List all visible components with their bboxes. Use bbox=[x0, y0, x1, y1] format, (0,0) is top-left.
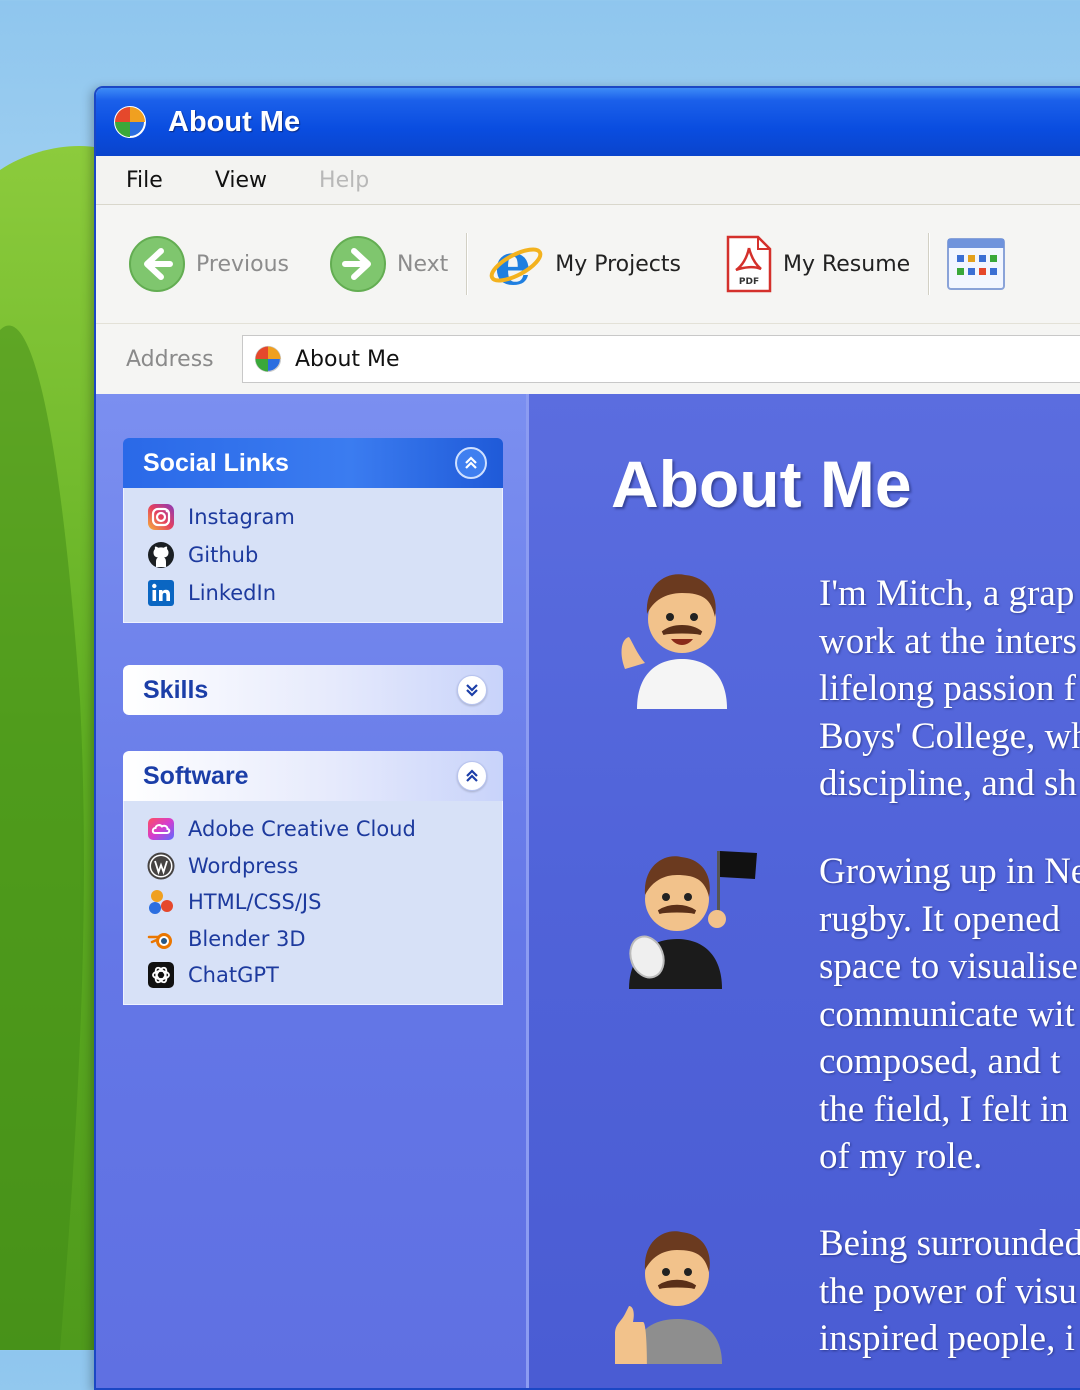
software-item-html[interactable]: HTML/CSS/JS bbox=[146, 884, 502, 921]
internet-explorer-icon: e bbox=[489, 234, 543, 294]
globe-icon bbox=[254, 345, 282, 373]
views-button[interactable] bbox=[947, 229, 1006, 299]
skills-header[interactable]: Skills bbox=[123, 665, 503, 715]
title-bar[interactable]: About Me bbox=[96, 88, 1080, 156]
wordpress-icon bbox=[146, 851, 176, 881]
skills-panel: Skills bbox=[123, 665, 503, 715]
social-links-list: Instagram Github LinkedIn bbox=[123, 488, 503, 623]
skills-title: Skills bbox=[143, 675, 209, 704]
link-instagram[interactable]: Instagram bbox=[146, 498, 502, 536]
expand-icon[interactable] bbox=[457, 675, 487, 705]
link-label: LinkedIn bbox=[188, 581, 277, 605]
waving-avatar-illustration bbox=[621, 574, 727, 709]
link-label: Instagram bbox=[188, 505, 295, 529]
next-label: Next bbox=[396, 251, 449, 277]
explorer-window: About Me File View Help Previous Next e bbox=[94, 86, 1080, 1390]
sidebar: Social Links Instagram Github LinkedIn S… bbox=[96, 394, 529, 1388]
menu-file[interactable]: File bbox=[96, 168, 163, 193]
social-links-panel: Social Links Instagram Github LinkedIn bbox=[123, 438, 503, 623]
about-paragraph-1: I'm Mitch, a grap work at the inters lif… bbox=[819, 573, 1080, 804]
linkedin-icon bbox=[146, 578, 176, 608]
collapse-icon[interactable] bbox=[455, 447, 487, 479]
github-icon bbox=[146, 540, 176, 570]
thumbs-up-avatar-illustration bbox=[615, 1231, 722, 1364]
toolbar-separator bbox=[466, 233, 468, 295]
blender-icon bbox=[146, 924, 176, 954]
link-github[interactable]: Github bbox=[146, 536, 502, 574]
software-title: Software bbox=[143, 761, 249, 790]
software-label: ChatGPT bbox=[188, 963, 279, 988]
forward-arrow-icon bbox=[329, 236, 386, 292]
back-arrow-icon bbox=[129, 236, 185, 292]
software-item-adobe[interactable]: Adobe Creative Cloud bbox=[146, 811, 502, 848]
globe-icon bbox=[114, 106, 146, 138]
previous-label: Previous bbox=[196, 251, 289, 277]
html-css-js-icon bbox=[146, 887, 176, 917]
software-item-blender[interactable]: Blender 3D bbox=[146, 921, 502, 958]
software-label: Adobe Creative Cloud bbox=[188, 817, 416, 842]
software-label: Blender 3D bbox=[188, 926, 306, 951]
pdf-file-icon: PDF bbox=[726, 235, 772, 293]
rugby-fan-avatar-illustration bbox=[629, 851, 757, 989]
about-paragraph-2: Growing up in Ne rugby. It opened space … bbox=[819, 851, 1080, 1177]
pdf-badge: PDF bbox=[739, 277, 759, 287]
my-resume-button[interactable]: PDF My Resume bbox=[725, 229, 910, 299]
page-title: About Me bbox=[611, 447, 912, 521]
link-linkedin[interactable]: LinkedIn bbox=[146, 574, 502, 612]
previous-button[interactable]: Previous bbox=[128, 229, 289, 299]
instagram-icon bbox=[146, 502, 176, 532]
chatgpt-icon bbox=[146, 960, 176, 990]
collapse-icon[interactable] bbox=[457, 761, 487, 791]
software-panel: Software Adobe Creative Cloud Wordpress … bbox=[123, 751, 503, 1005]
my-projects-label: My Projects bbox=[555, 251, 681, 277]
content-area: Social Links Instagram Github LinkedIn S… bbox=[96, 394, 1080, 1388]
adobe-creative-cloud-icon bbox=[146, 814, 176, 844]
software-header[interactable]: Software bbox=[123, 751, 503, 801]
software-item-chatgpt[interactable]: ChatGPT bbox=[146, 957, 502, 994]
about-paragraph-3: Being surrounded the power of visu inspi… bbox=[819, 1223, 1080, 1359]
software-label: Wordpress bbox=[188, 853, 299, 878]
address-bar: Address About Me bbox=[96, 324, 1080, 395]
software-list: Adobe Creative Cloud Wordpress HTML/CSS/… bbox=[123, 801, 503, 1005]
toolbar-separator-2 bbox=[928, 233, 930, 295]
address-field[interactable]: About Me bbox=[242, 335, 1080, 383]
grid-view-icon bbox=[947, 238, 1006, 290]
menu-help[interactable]: Help bbox=[289, 168, 369, 193]
next-button[interactable]: Next bbox=[329, 229, 448, 299]
address-label: Address bbox=[126, 346, 214, 372]
main-content: About Me I'm Mitch, a grap work at the i… bbox=[529, 394, 1080, 1388]
menu-view[interactable]: View bbox=[185, 168, 267, 193]
software-item-wordpress[interactable]: Wordpress bbox=[146, 848, 502, 885]
address-value: About Me bbox=[295, 346, 400, 372]
social-links-header[interactable]: Social Links bbox=[123, 438, 503, 488]
my-resume-label: My Resume bbox=[782, 251, 911, 277]
my-projects-button[interactable]: e My Projects bbox=[485, 229, 681, 299]
software-label: HTML/CSS/JS bbox=[188, 890, 322, 915]
window-title: About Me bbox=[168, 105, 301, 138]
link-label: Github bbox=[188, 543, 259, 567]
social-links-title: Social Links bbox=[143, 448, 289, 477]
toolbar: Previous Next e My Projects PDF My Resum… bbox=[96, 205, 1080, 324]
menu-bar: File View Help bbox=[96, 156, 1080, 205]
